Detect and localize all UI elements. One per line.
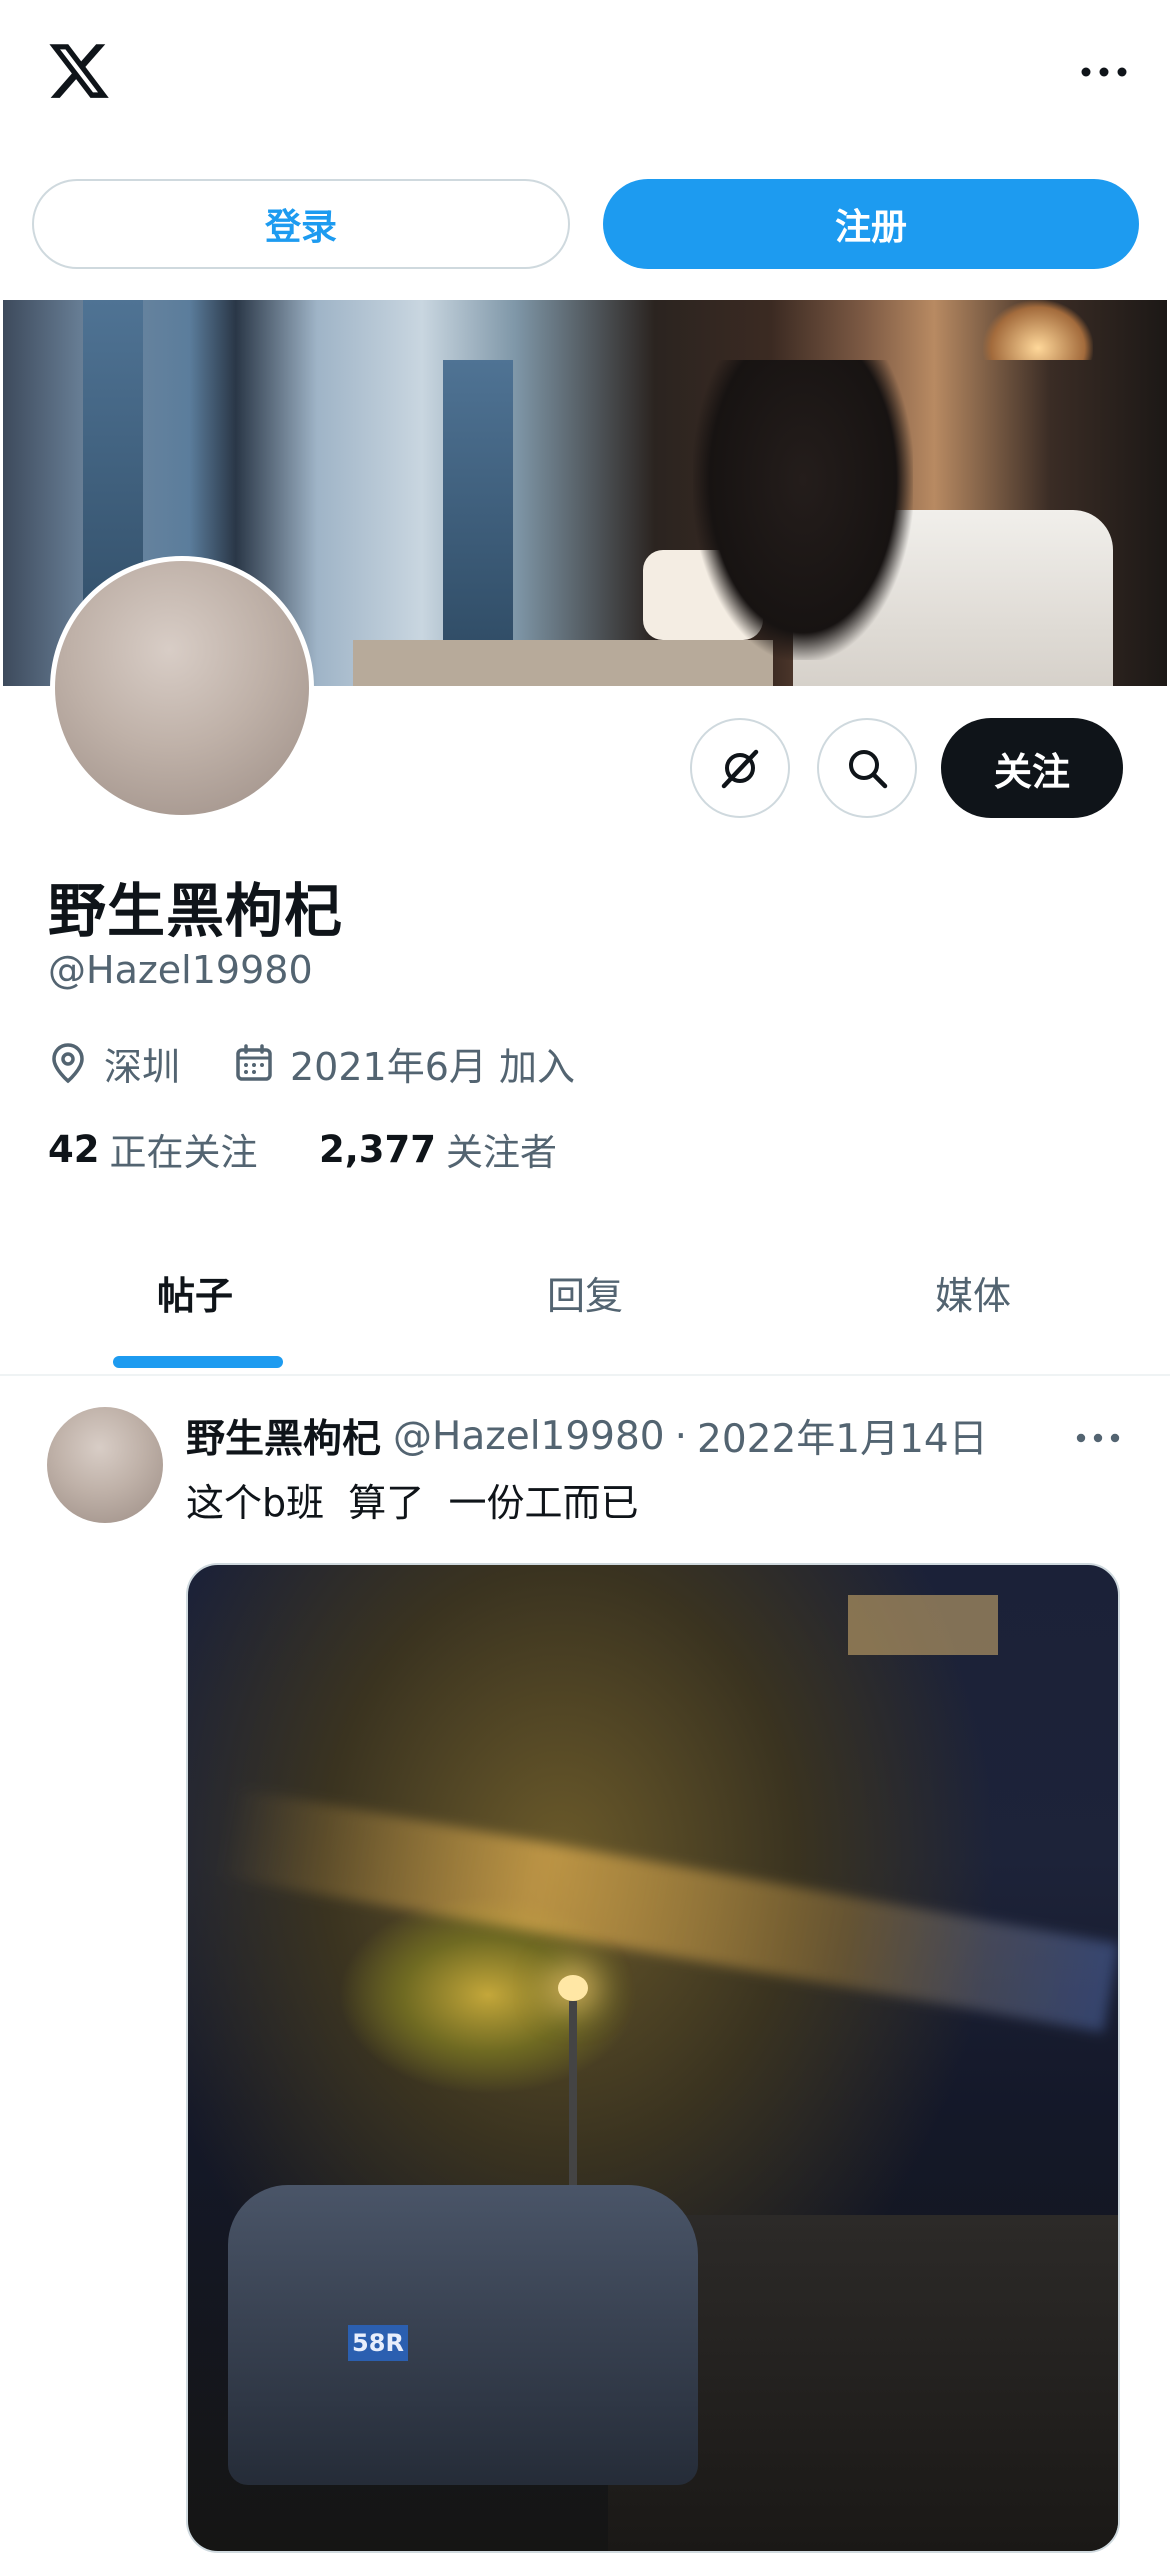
- following-stat[interactable]: 42 正在关注: [48, 1122, 258, 1176]
- signup-button[interactable]: 注册: [603, 179, 1139, 269]
- post-image[interactable]: 58R: [186, 1563, 1120, 2553]
- post-author-handle[interactable]: @Hazel19980: [393, 1414, 665, 1459]
- followers-count: 2,377: [319, 1127, 437, 1171]
- post-header: 野生黑枸杞 @Hazel19980 · 2022年1月14日: [186, 1408, 988, 1464]
- grok-icon[interactable]: [690, 718, 790, 818]
- calendar-icon: [234, 1043, 290, 1083]
- profile-avatar[interactable]: [50, 556, 314, 820]
- follow-button[interactable]: 关注: [941, 718, 1123, 818]
- tab-posts[interactable]: 帖子: [110, 1265, 280, 1320]
- more-options-icon[interactable]: [1074, 52, 1134, 92]
- login-button[interactable]: 登录: [32, 179, 570, 269]
- location-text: 深圳: [104, 1044, 181, 1089]
- post-text: 这个b班 算了 一份工而已: [186, 1481, 639, 1525]
- license-plate-text: 58R: [348, 2325, 408, 2361]
- post-date[interactable]: 2022年1月14日: [697, 1408, 988, 1464]
- post-separator: ·: [674, 1413, 688, 1459]
- profile-join-date: 2021年6月 加入: [234, 1036, 575, 1090]
- tab-media[interactable]: 媒体: [888, 1265, 1058, 1320]
- active-tab-indicator: [113, 1356, 283, 1368]
- tabs-divider: [0, 1374, 1170, 1376]
- profile-location: 深圳: [48, 1036, 180, 1090]
- post-more-icon[interactable]: [1068, 1418, 1128, 1458]
- following-label: 正在关注: [109, 1131, 258, 1174]
- followers-label: 关注者: [446, 1131, 558, 1174]
- x-logo-icon[interactable]: [46, 38, 112, 104]
- location-pin-icon: [48, 1041, 104, 1085]
- profile-name: 野生黑枸杞: [48, 877, 344, 945]
- followers-stat[interactable]: 2,377 关注者: [319, 1122, 557, 1176]
- tab-replies[interactable]: 回复: [500, 1265, 670, 1320]
- post-author-name[interactable]: 野生黑枸杞: [186, 1408, 381, 1464]
- post-author-avatar[interactable]: [47, 1407, 163, 1523]
- search-icon[interactable]: [817, 718, 917, 818]
- profile-handle: @Hazel19980: [48, 948, 313, 992]
- following-count: 42: [48, 1127, 100, 1171]
- join-date-text: 2021年6月 加入: [290, 1044, 575, 1089]
